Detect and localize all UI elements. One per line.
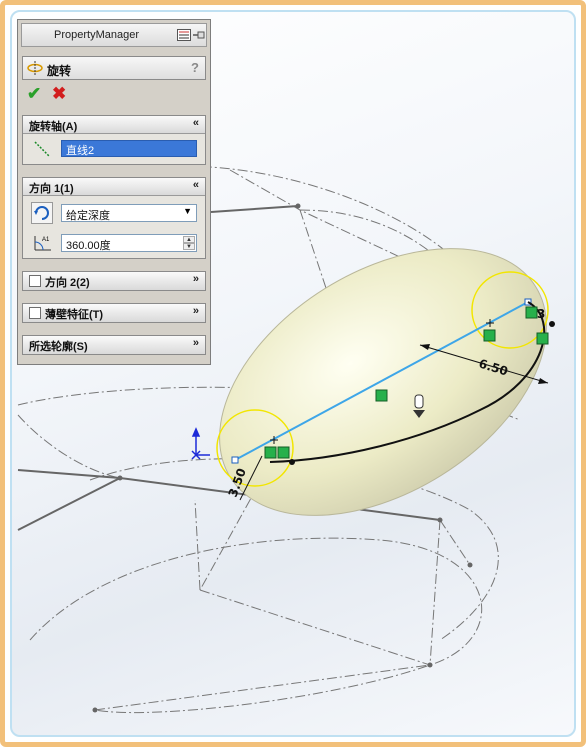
- property-manager-header: PropertyManager: [21, 23, 207, 47]
- arc-point: [289, 459, 295, 465]
- arc-point: [549, 321, 555, 327]
- axis-line-icon: [34, 141, 50, 157]
- pin-icon[interactable]: [192, 29, 206, 41]
- direction2-group[interactable]: 方向 2(2) »: [22, 271, 206, 291]
- collapse-icon[interactable]: «: [193, 179, 199, 191]
- selected-contours-title: 所选轮廓(S): [29, 341, 88, 353]
- expand-icon[interactable]: »: [193, 305, 199, 317]
- angle-icon: A1: [34, 236, 51, 251]
- direction1-group: 方向 1(1) « 给定深度 ▼ A1 360.00度 ▲ ▼: [22, 177, 206, 259]
- expand-icon[interactable]: »: [193, 337, 199, 349]
- axis-group: 旋转轴(A) « 直线2: [22, 115, 206, 165]
- selected-contours-header[interactable]: 所选轮廓(S) »: [23, 336, 205, 354]
- direction2-header[interactable]: 方向 2(2) »: [23, 272, 205, 290]
- thin-feature-header[interactable]: 薄壁特征(T) »: [23, 304, 205, 322]
- collapse-icon[interactable]: «: [193, 117, 199, 129]
- end-condition-select[interactable]: 给定深度 ▼: [61, 204, 197, 222]
- spin-down-icon[interactable]: ▼: [183, 243, 195, 250]
- thin-feature-checkbox[interactable]: [29, 307, 41, 319]
- svg-text:A1: A1: [42, 237, 50, 243]
- axis-group-header[interactable]: 旋转轴(A) «: [23, 116, 205, 134]
- property-manager-title: PropertyManager: [54, 29, 139, 41]
- expand-icon[interactable]: »: [193, 273, 199, 285]
- dimension-label-c: 3: [537, 307, 545, 321]
- direction2-title: 方向 2(2): [45, 277, 90, 289]
- selected-contours-group[interactable]: 所选轮廓(S) »: [22, 335, 206, 355]
- end-condition-value: 给定深度: [66, 210, 110, 222]
- chevron-down-icon[interactable]: ▼: [183, 206, 192, 216]
- direction2-checkbox[interactable]: [29, 275, 41, 287]
- direction1-title: 方向 1(1): [29, 183, 74, 195]
- axis-group-title: 旋转轴(A): [29, 121, 78, 133]
- thin-feature-group[interactable]: 薄壁特征(T) »: [22, 303, 206, 323]
- help-icon[interactable]: ?: [191, 60, 199, 75]
- axis-field[interactable]: 直线2: [61, 140, 197, 157]
- reverse-direction-icon[interactable]: [31, 202, 53, 224]
- origin-triad-icon: [191, 427, 210, 460]
- property-manager-panel: PropertyManager 旋转 ? ✔ ✖ 旋转轴(A) « 直线2 方向…: [17, 19, 211, 365]
- angle-input[interactable]: 360.00度 ▲ ▼: [61, 234, 197, 252]
- axis-endpoint-left[interactable]: [231, 456, 239, 464]
- feature-title-bar: 旋转 ?: [22, 56, 206, 80]
- ok-button[interactable]: ✔: [27, 84, 41, 104]
- spin-up-icon[interactable]: ▲: [183, 236, 195, 243]
- axis-value: 直线2: [66, 145, 95, 157]
- spin-buttons[interactable]: ▲ ▼: [183, 236, 195, 252]
- direction1-header[interactable]: 方向 1(1) «: [23, 178, 205, 196]
- revolve-icon: [27, 61, 43, 75]
- angle-value: 360.00度: [66, 240, 111, 252]
- dropdown-list-icon[interactable]: [177, 29, 191, 41]
- cancel-button[interactable]: ✖: [52, 84, 66, 104]
- thin-feature-title: 薄壁特征(T): [45, 309, 104, 321]
- feature-title: 旋转: [47, 64, 72, 78]
